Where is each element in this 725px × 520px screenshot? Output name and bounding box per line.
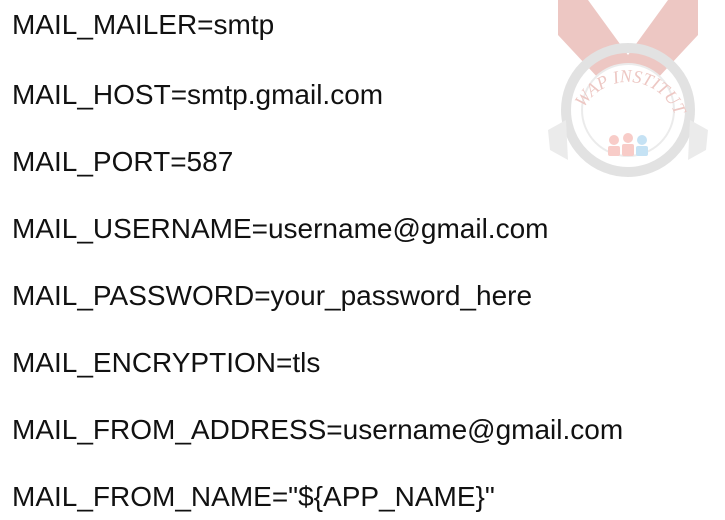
env-line-mail-encryption: MAIL_ENCRYPTION=tls	[12, 347, 321, 378]
institute-logo-watermark: WAP INSTITUTE	[528, 0, 708, 177]
logo-ring-text: WAP INSTITUTE	[528, 0, 691, 119]
env-line-mail-port: MAIL_PORT=587	[12, 146, 234, 177]
logo-ring-inner	[581, 63, 675, 157]
env-line-mail-password: MAIL_PASSWORD=your_password_here	[12, 280, 533, 311]
logo-wing-left	[548, 120, 568, 160]
env-line-mail-from-address: MAIL_FROM_ADDRESS=username@gmail.com	[12, 414, 624, 445]
env-line-mail-from-name: MAIL_FROM_NAME="${APP_NAME}"	[12, 481, 495, 512]
logo-crest	[558, 0, 698, 110]
logo-people-icon	[608, 133, 648, 156]
logo-wing-right	[688, 120, 708, 160]
env-line-mail-username: MAIL_USERNAME=username@gmail.com	[12, 213, 549, 244]
logo-ring-outer	[561, 43, 695, 177]
env-line-mail-host: MAIL_HOST=smtp.gmail.com	[12, 79, 384, 110]
env-line-mail-mailer: MAIL_MAILER=smtp	[12, 9, 275, 40]
